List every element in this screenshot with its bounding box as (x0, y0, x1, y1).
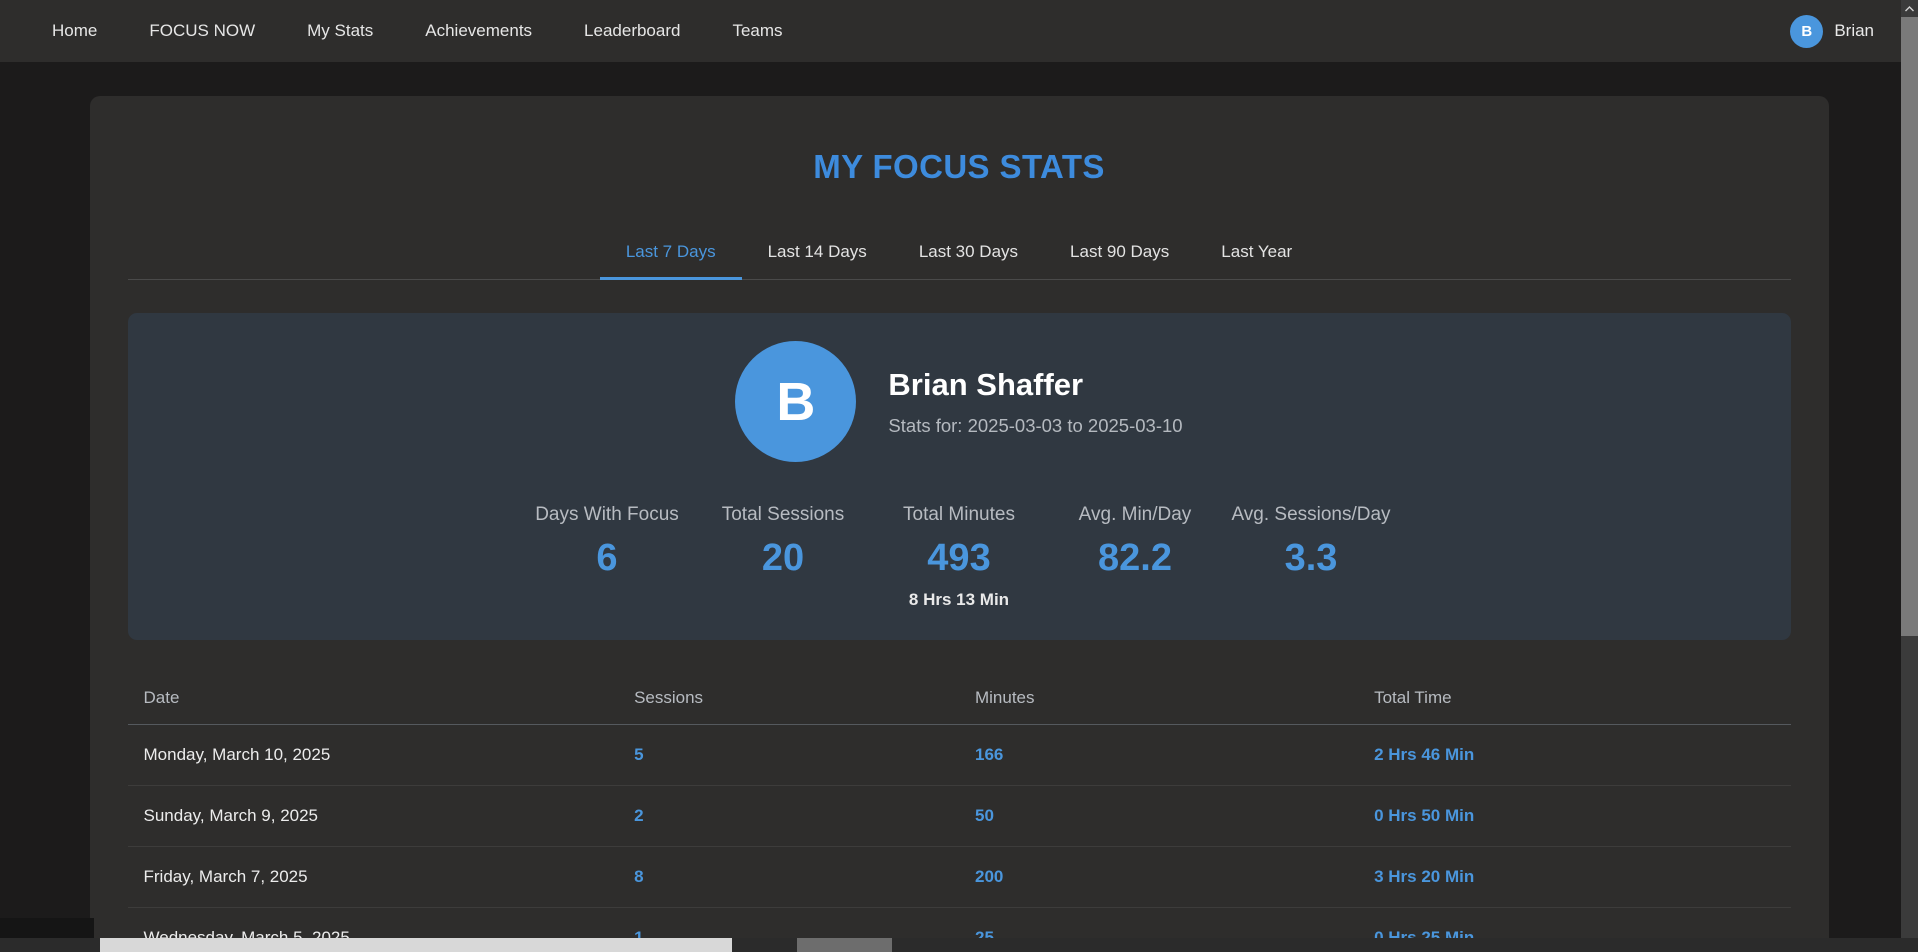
cell-minutes: 166 (958, 724, 1359, 786)
stat-days-with-focus: Days With Focus 6 (519, 504, 695, 580)
nav-link-leaderboard[interactable]: Leaderboard (558, 15, 706, 46)
horizontal-scrollbar-thumb[interactable] (100, 938, 732, 952)
stat-value: 20 (761, 537, 805, 579)
cell-total-time: 3 Hrs 20 Min (1358, 846, 1791, 908)
cell-date: Sunday, March 9, 2025 (127, 785, 619, 847)
stat-value: 6 (596, 537, 618, 579)
cell-minutes: 200 (958, 846, 1359, 908)
page-title: MY FOCUS STATS (813, 148, 1105, 185)
stat-subvalue: 8 Hrs 13 Min (908, 589, 1010, 609)
stat-label: Total Minutes (903, 504, 1015, 525)
cell-sessions: 2 (618, 785, 959, 847)
tab-last-year[interactable]: Last Year (1195, 228, 1318, 280)
nav-item: Home (26, 21, 123, 41)
stat-avg-sessions-day: Avg. Sessions/Day 3.3 (1223, 504, 1399, 580)
table-header: Date Sessions Minutes Total Time (127, 687, 1791, 725)
tab-last-90-days[interactable]: Last 90 Days (1044, 228, 1195, 280)
nav-item: FOCUS NOW (123, 21, 281, 41)
stat-value: 82.2 (1098, 537, 1172, 579)
table-header-row: Date Sessions Minutes Total Time (127, 687, 1791, 725)
stat-total-sessions: Total Sessions 20 (695, 504, 871, 580)
cell-total-time: 0 Hrs 50 Min (1358, 785, 1791, 847)
profile-summary-card: B Brian Shaffer Stats for: 2025-03-03 to… (127, 313, 1791, 640)
nav-link-achievements[interactable]: Achievements (399, 15, 558, 46)
column-header-sessions: Sessions (618, 687, 959, 725)
stat-value: 493 (927, 537, 991, 579)
nav-item: Leaderboard (558, 21, 706, 41)
daily-stats-table-wrap: Date Sessions Minutes Total Time Monday, Ma… (127, 687, 1791, 952)
cell-total-time: 2 Hrs 46 Min (1358, 724, 1791, 786)
column-header-date: Date (127, 687, 619, 725)
stat-label: Avg. Sessions/Day (1231, 504, 1391, 525)
vertical-scrollbar[interactable] (1901, 0, 1918, 952)
range-tabs: Last 7 Days Last 14 Days Last 30 Days Last … (127, 228, 1791, 280)
stat-total-minutes: Total Minutes 493 8 Hrs 13 Min (871, 504, 1047, 610)
nav-link-home[interactable]: Home (26, 15, 123, 46)
horizontal-scrollbar-thumb-secondary[interactable] (797, 938, 892, 952)
page-body: MY FOCUS STATS Last 7 Days Last 14 Days La… (0, 62, 1918, 952)
vertical-scrollbar-thumb[interactable] (1901, 17, 1918, 636)
horizontal-scrollbar[interactable] (0, 938, 1918, 952)
nav-links: Home FOCUS NOW My Stats Achievements Leaderb… (26, 21, 809, 41)
stat-label: Avg. Min/Day (1078, 504, 1192, 525)
nav-item: Teams (706, 21, 808, 41)
stats-card: MY FOCUS STATS Last 7 Days Last 14 Days La… (89, 96, 1829, 952)
nav-link-my-stats[interactable]: My Stats (281, 15, 399, 46)
daily-stats-table: Date Sessions Minutes Total Time Monday, Ma… (127, 687, 1791, 952)
table-row: Sunday, March 9, 2025 2 50 0 Hrs 50 Min (127, 785, 1791, 847)
stat-label: Total Sessions (721, 504, 845, 525)
profile-header: B Brian Shaffer Stats for: 2025-03-03 to… (148, 341, 1771, 462)
nav-username: Brian (1834, 21, 1874, 40)
profile-name: Brian Shaffer (888, 367, 1084, 403)
column-header-minutes: Minutes (958, 687, 1359, 725)
avatar: B (1790, 14, 1824, 48)
column-header-total-time: Total Time (1358, 687, 1791, 725)
stat-avg-min-day: Avg. Min/Day 82.2 (1047, 504, 1223, 580)
stat-value: 3.3 (1284, 537, 1338, 579)
scroll-up-icon[interactable] (1901, 0, 1918, 17)
tab-last-30-days[interactable]: Last 30 Days (893, 228, 1044, 280)
stat-label: Days With Focus (535, 504, 679, 525)
cell-date: Monday, March 10, 2025 (127, 724, 619, 786)
cell-sessions: 8 (618, 846, 959, 908)
profile-date-range: Stats for: 2025-03-03 to 2025-03-10 (888, 414, 1183, 436)
profile-identity: Brian Shaffer Stats for: 2025-03-03 to 2… (888, 366, 1182, 436)
nav-link-teams[interactable]: Teams (706, 15, 808, 46)
top-navbar: Home FOCUS NOW My Stats Achievements Leaderb… (0, 0, 1918, 62)
tab-last-14-days[interactable]: Last 14 Days (742, 228, 893, 280)
tab-last-7-days[interactable]: Last 7 Days (599, 228, 742, 280)
cell-minutes: 50 (958, 785, 1359, 847)
cell-sessions: 5 (618, 724, 959, 786)
nav-link-focus-now[interactable]: FOCUS NOW (123, 15, 281, 46)
nav-item: Achievements (399, 21, 558, 41)
summary-stats-row: Days With Focus 6 Total Sessions 20 Total Mi… (148, 504, 1771, 610)
nav-user-menu[interactable]: B Brian (1790, 14, 1918, 48)
profile-avatar: B (735, 341, 857, 462)
table-row: Monday, March 10, 2025 5 166 2 Hrs 46 Min (127, 724, 1791, 786)
table-body: Monday, March 10, 2025 5 166 2 Hrs 46 Min Su… (127, 724, 1791, 952)
table-row: Friday, March 7, 2025 8 200 3 Hrs 20 Min (127, 846, 1791, 908)
nav-item: My Stats (281, 21, 399, 41)
cell-date: Friday, March 7, 2025 (127, 846, 619, 908)
